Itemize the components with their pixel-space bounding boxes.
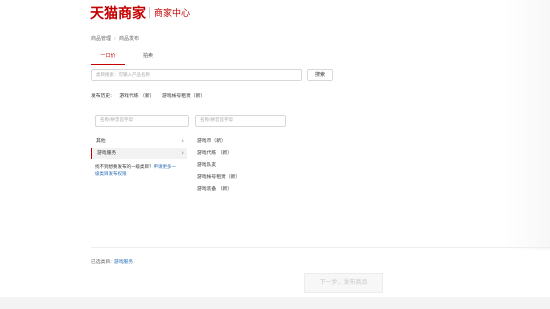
level1-filter-input[interactable]: 名称/拼音首字母 xyxy=(95,115,189,127)
logo-divider xyxy=(149,7,150,18)
level1-item-label: 其他 xyxy=(96,139,106,144)
request-more-categories-link[interactable]: 申请更多一 xyxy=(154,165,177,170)
level2-item-account-rental[interactable]: 游戏帐号租赁（新） xyxy=(197,173,240,180)
level1-item-other[interactable]: 其他 › xyxy=(91,136,187,147)
not-found-text: 找不到想要发布的一级类目？ xyxy=(95,165,154,170)
search-button[interactable]: 搜索 xyxy=(307,69,333,81)
category-search-input[interactable]: 类目搜索：可输入产品名称 xyxy=(91,69,302,81)
tab-fixed-price[interactable]: 一口价 xyxy=(91,48,125,65)
level2-item-game-boosting[interactable]: 游戏代练 （新） xyxy=(197,149,232,156)
level2-item-game-currency[interactable]: 游戏币（新） xyxy=(197,137,226,144)
history-label: 发布历史: xyxy=(91,94,112,99)
publish-history: 发布历史: 游戏代练 （新） 游戏帐号租赁（新） xyxy=(91,92,205,99)
breadcrumb-item-product-management[interactable]: 商品管理 xyxy=(91,36,111,42)
request-permission-link[interactable]: 级类目发布权限 xyxy=(95,172,127,177)
level1-item-label: 游戏服务 xyxy=(97,151,117,156)
chevron-right-icon: › xyxy=(114,36,117,42)
top-bar: 天猫商家 商家中心 xyxy=(0,0,550,24)
level2-item-game-equipment[interactable]: 游戏装备 （新） xyxy=(197,185,232,192)
panel-right-edge xyxy=(505,0,550,250)
selected-label: 已选类目: xyxy=(91,260,112,265)
breadcrumb: 商品管理 › 商品发布 xyxy=(91,35,139,42)
footer xyxy=(0,297,550,309)
selected-category-value: 游戏服务 xyxy=(113,260,134,265)
selected-category-bar: 已选类目: 游戏服务 xyxy=(91,258,133,265)
history-item-game-boosting[interactable]: 游戏代练 （新） xyxy=(119,94,154,99)
chevron-right-icon: › xyxy=(181,149,184,157)
level1-item-game-services[interactable]: 游戏服务 › xyxy=(91,148,187,159)
merchant-center-title[interactable]: 商家中心 xyxy=(154,6,190,19)
history-item-account-rental[interactable]: 游戏帐号租赁（新） xyxy=(162,94,205,99)
level2-filter-input[interactable]: 名称/拼音首字母 xyxy=(195,115,286,127)
tmall-logo[interactable]: 天猫商家 xyxy=(90,3,146,23)
breadcrumb-item-publish: 商品发布 xyxy=(119,36,140,42)
chevron-right-icon: › xyxy=(181,137,184,145)
tab-auction[interactable]: 拍卖 xyxy=(131,48,165,64)
next-step-button[interactable]: 下一步，发布商品 xyxy=(304,273,383,293)
divider xyxy=(91,247,550,248)
category-not-found-note: 找不到想要发布的一级类目？申请更多一 级类目发布权限 xyxy=(95,164,187,178)
level2-item-game-teammate[interactable]: 游戏队友 xyxy=(197,161,216,168)
